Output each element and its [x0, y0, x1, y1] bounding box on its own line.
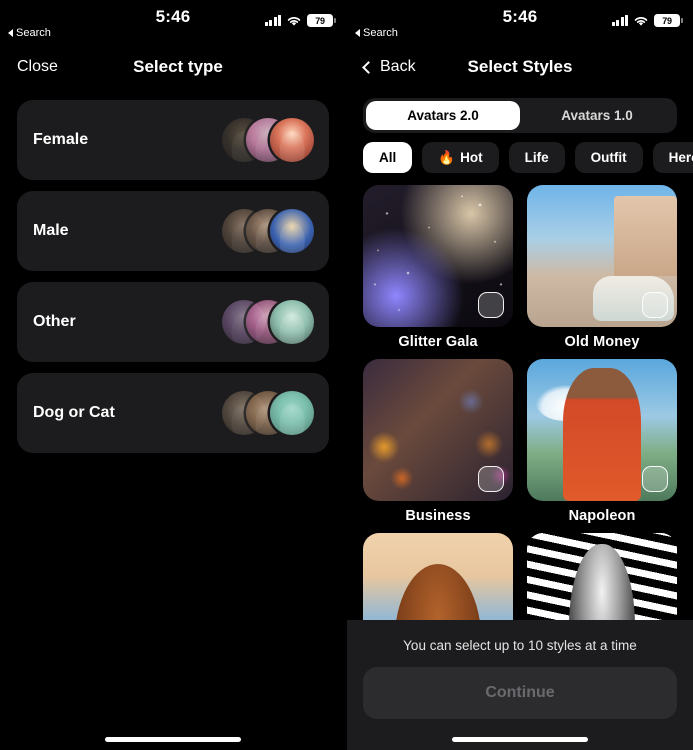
style-checkbox[interactable]: [642, 466, 668, 492]
avatar-stack: [222, 300, 314, 344]
avatars-version-segmented-control: Avatars 2.0 Avatars 1.0: [347, 90, 693, 133]
back-triangle-icon: [355, 29, 360, 37]
status-bar-left: 5:46 Search 79: [0, 0, 346, 44]
avatar-stack: [222, 391, 314, 435]
style-thumbnail[interactable]: [363, 359, 513, 501]
nav-bar-left: Close Select type: [0, 44, 346, 90]
filter-chip-label: Heroes: [668, 150, 693, 165]
select-styles-screen: 5:46 Search 79 Back Select Styles Avatar…: [347, 0, 693, 750]
style-card-label: Business: [405, 508, 471, 524]
continue-button[interactable]: Continue: [363, 667, 677, 719]
status-back-to-app[interactable]: Search: [355, 27, 398, 39]
home-indicator-left: [105, 737, 241, 742]
type-option-label: Other: [33, 313, 76, 330]
style-card-label: Glitter Gala: [398, 334, 478, 350]
style-checkbox[interactable]: [478, 466, 504, 492]
back-button-label: Back: [380, 58, 416, 75]
filter-chip-label: Life: [524, 150, 549, 165]
type-list: Female Male Other Dog or Cat: [0, 90, 346, 453]
style-thumbnail[interactable]: [527, 359, 677, 501]
type-option-label: Male: [33, 222, 69, 239]
avatar: [270, 391, 314, 435]
battery-icon: 79: [307, 14, 336, 27]
battery-percent: 79: [662, 15, 672, 26]
style-card-old-money[interactable]: Old Money: [527, 185, 677, 350]
filter-chip-outfit[interactable]: Outfit: [574, 142, 643, 173]
nav-bar-right: Back Select Styles: [347, 44, 693, 90]
avatar-stack: [222, 118, 314, 162]
back-triangle-icon: [8, 29, 13, 37]
back-button[interactable]: Back: [362, 58, 416, 76]
style-thumbnail[interactable]: [527, 185, 677, 327]
cellular-bars-icon: [611, 15, 628, 26]
status-back-label: Search: [363, 27, 398, 39]
filter-chip-label: All: [379, 150, 397, 165]
style-checkbox[interactable]: [478, 292, 504, 318]
chevron-left-icon: [362, 60, 375, 74]
avatar: [270, 300, 314, 344]
cellular-bars-icon: [264, 15, 281, 26]
status-indicators: 79: [611, 14, 683, 27]
filter-chip-all[interactable]: All: [363, 142, 413, 173]
style-checkbox[interactable]: [642, 292, 668, 318]
battery-percent: 79: [315, 15, 325, 26]
wifi-icon: [634, 16, 648, 26]
type-option-dog-or-cat[interactable]: Dog or Cat: [17, 373, 329, 453]
filter-chip-life[interactable]: Life: [508, 142, 565, 173]
type-option-male[interactable]: Male: [17, 191, 329, 271]
segment-avatars-1[interactable]: Avatars 1.0: [520, 101, 674, 130]
close-button[interactable]: Close: [17, 58, 58, 76]
style-card-napoleon[interactable]: Napoleon: [527, 359, 677, 524]
status-bar-right: 5:46 Search 79: [347, 0, 693, 44]
wifi-icon: [287, 16, 301, 26]
style-card-label: Old Money: [564, 334, 640, 350]
close-button-label: Close: [17, 58, 58, 75]
selection-limit-note: You can select up to 10 styles at a time: [403, 638, 637, 653]
bottom-action-bar: You can select up to 10 styles at a time…: [347, 620, 693, 750]
style-card-label: Napoleon: [568, 508, 636, 524]
style-thumbnail[interactable]: [363, 185, 513, 327]
styles-grid: Glitter Gala Old Money Business Napoleon: [347, 173, 693, 675]
type-option-female[interactable]: Female: [17, 100, 329, 180]
select-type-screen: 5:46 Search 79 Close Select type Female …: [0, 0, 347, 750]
home-indicator-right: [452, 737, 588, 742]
fire-icon: 🔥: [438, 149, 456, 165]
style-card-business[interactable]: Business: [363, 359, 513, 524]
style-filter-chips[interactable]: All 🔥 Hot Life Outfit Heroes: [347, 133, 693, 173]
type-option-other[interactable]: Other: [17, 282, 329, 362]
style-card-glitter-gala[interactable]: Glitter Gala: [363, 185, 513, 350]
battery-icon: 79: [654, 14, 683, 27]
segment-avatars-2[interactable]: Avatars 2.0: [366, 101, 520, 130]
filter-chip-heroes[interactable]: Heroes: [652, 142, 693, 173]
dual-screen-container: 5:46 Search 79 Close Select type Female …: [0, 0, 693, 750]
type-option-label: Dog or Cat: [33, 404, 115, 421]
status-back-label: Search: [16, 27, 51, 39]
type-option-label: Female: [33, 131, 89, 148]
filter-chip-label: Outfit: [590, 150, 627, 165]
status-back-to-app[interactable]: Search: [8, 27, 51, 39]
avatar-stack: [222, 209, 314, 253]
status-indicators: 79: [264, 14, 336, 27]
filter-chip-hot[interactable]: 🔥 Hot: [422, 142, 499, 173]
filter-chip-label: Hot: [460, 150, 483, 165]
avatar: [270, 118, 314, 162]
avatar: [270, 209, 314, 253]
